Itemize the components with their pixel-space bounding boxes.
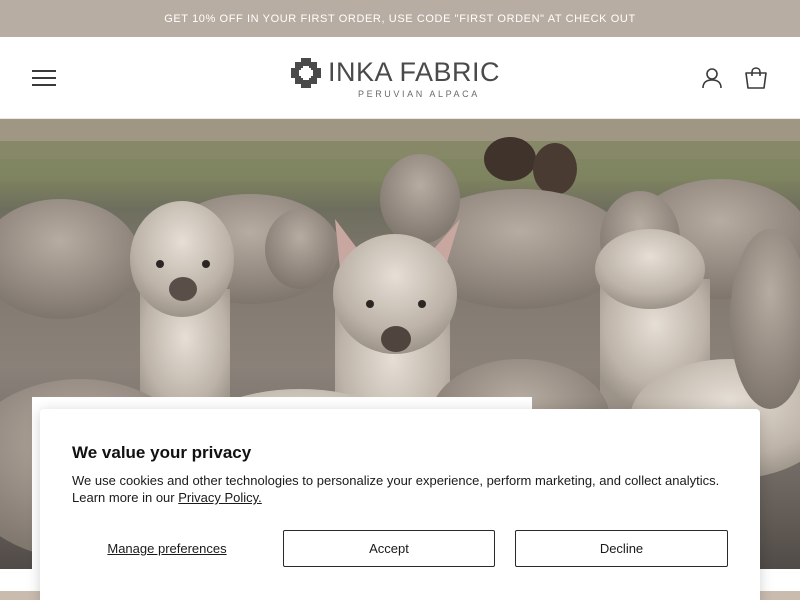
user-account-icon[interactable] — [700, 66, 724, 90]
logo-name: INKA FABRIC — [328, 57, 501, 87]
cookie-consent-dialog: We value your privacy We use cookies and… — [40, 409, 760, 600]
decline-button[interactable]: Decline — [515, 530, 728, 567]
hamburger-menu-icon[interactable] — [30, 66, 58, 90]
shopping-bag-icon[interactable] — [744, 66, 768, 90]
privacy-policy-link[interactable]: Privacy Policy. — [178, 490, 262, 505]
cookie-title: We value your privacy — [72, 443, 252, 462]
site-logo[interactable]: INKA FABRIC PERUVIAN ALPACA — [288, 55, 514, 103]
accept-button[interactable]: Accept — [283, 530, 495, 567]
manage-preferences-button[interactable]: Manage preferences — [72, 530, 262, 567]
cookie-description: We use cookies and other technologies to… — [72, 472, 732, 506]
logo-tagline: PERUVIAN ALPACA — [358, 89, 480, 99]
site-header: INKA FABRIC PERUVIAN ALPACA — [0, 37, 800, 119]
logo-emblem-icon — [291, 58, 321, 88]
announcement-bar: GET 10% OFF IN YOUR FIRST ORDER, USE COD… — [0, 0, 800, 37]
announcement-text: GET 10% OFF IN YOUR FIRST ORDER, USE COD… — [164, 12, 636, 25]
cookie-body-text: We use cookies and other technologies to… — [72, 473, 720, 505]
